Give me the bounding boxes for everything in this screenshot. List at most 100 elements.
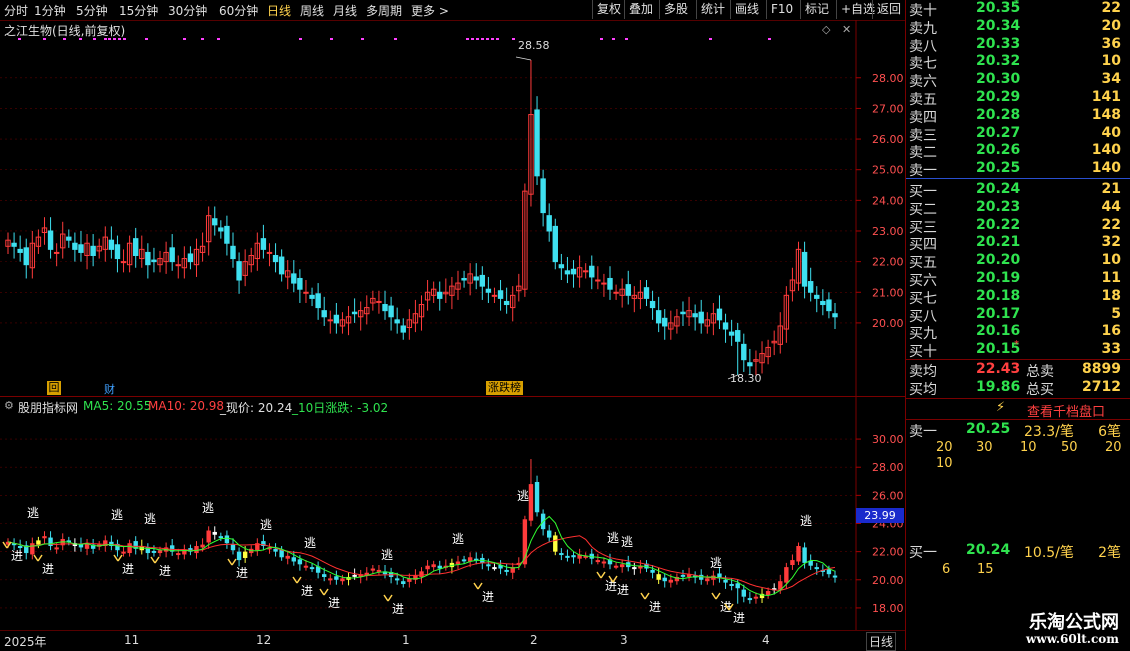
ask-level-volume: 10 [1101, 53, 1121, 70]
candle-body [169, 247, 175, 263]
period-tab-more[interactable]: 更多 > [411, 2, 449, 19]
indicator-candle-body [504, 569, 509, 572]
price-axis-tick: 28.00 [872, 72, 904, 85]
escape-signal: 逃 [304, 536, 316, 550]
bid-level-row[interactable]: 买十 20.15 33 * [906, 339, 1130, 360]
bid-level-row[interactable]: 买一 20.24 21 [906, 181, 1130, 200]
candle-body [297, 277, 303, 290]
indicator-candle-body [826, 569, 832, 575]
indicator-candle-body [291, 557, 297, 562]
period-tab-15min[interactable]: 15分钟 [119, 2, 158, 19]
indicator-axis-tick: 22.00 [872, 546, 904, 559]
indicator-title: 股朋指标网 [18, 401, 79, 415]
ask-level-volume: 148 [1091, 106, 1121, 123]
indicator-candle-body [328, 578, 333, 581]
bid-level-row[interactable]: 买五 20.20 10 [906, 252, 1130, 271]
ask-level-row[interactable]: 卖九 20.34 20 [906, 18, 1130, 37]
enter-signal: 进 [236, 566, 248, 580]
bid-level-row[interactable]: 买二 20.23 44 [906, 199, 1130, 218]
period-tab-60min[interactable]: 60分钟 [219, 2, 258, 19]
bid-level-row[interactable]: 买三 20.22 22 [906, 217, 1130, 236]
indicator-candle-body [662, 577, 667, 582]
avg-sell-row: 卖均 22.43 总卖 8899 [906, 361, 1130, 380]
event-badge-cai[interactable]: 财 [104, 381, 115, 397]
multi-stock-button[interactable]: 多股 [659, 0, 692, 19]
buy1-queue-orders: 6 15 [906, 562, 1130, 580]
candle-body [145, 251, 151, 266]
month-label-4: 4 [762, 633, 770, 647]
indicator-candle-body [151, 550, 157, 553]
indicator-candle-body [242, 551, 248, 558]
candle-body [11, 242, 17, 247]
period-tab-daily[interactable]: 日线 [267, 2, 291, 19]
indicator-candle-body [42, 536, 47, 539]
indicator-candle-body [601, 561, 607, 564]
statistics-button[interactable]: 统计 [696, 0, 729, 19]
back-button[interactable]: 返回 [872, 0, 905, 19]
candle-body [643, 287, 650, 299]
signal-dot [183, 38, 186, 40]
draw-line-button[interactable]: 画线 [730, 0, 763, 19]
indicator-candle-body [17, 546, 23, 549]
period-selector[interactable]: 日线 [866, 632, 897, 651]
indicator-candle-body [699, 574, 704, 580]
bid-level-row[interactable]: 买六 20.19 11 [906, 270, 1130, 289]
event-badge-hui[interactable]: 回 [47, 381, 61, 395]
indicator-candle-body [814, 567, 819, 570]
candle-body [801, 251, 808, 287]
ask-level-row[interactable]: 卖七 20.32 10 [906, 53, 1130, 72]
period-tab-monthly[interactable]: 月线 [333, 2, 357, 19]
candle-body [388, 305, 394, 318]
ask-level-row[interactable]: 卖十 20.35 22 * [906, 0, 1130, 19]
mark-button[interactable]: 标记 [800, 0, 833, 19]
main-kline-chart[interactable]: 28.00 27.00 26.00 25.00 24.00 23.00 22.00 21.00… [0, 20, 905, 396]
bid-level-volume: 5 [1111, 305, 1121, 322]
period-tab-weekly[interactable]: 周线 [300, 2, 324, 19]
bid-level-row[interactable]: 买四 20.21 32 [906, 234, 1130, 253]
indicator-candle-body [200, 544, 205, 548]
ask-level-row[interactable]: 卖一 20.25 140 [906, 160, 1130, 179]
candle-body [735, 330, 741, 342]
signal-dot [476, 38, 479, 40]
low-price-label: 18.30 [730, 372, 762, 385]
ask-level-row[interactable]: 卖四 20.28 148 [906, 106, 1130, 126]
enter-signal: 进 [392, 602, 404, 616]
ask-level-row[interactable]: 卖八 20.33 36 [906, 36, 1130, 55]
period-tab-fenshi[interactable]: 分时 [4, 2, 28, 19]
ask-level-price: 20.27 [976, 124, 1021, 141]
top-toolbar: 分时 1分钟 5分钟 15分钟 30分钟 60分钟 日线 周线 月线 多周期 更… [0, 0, 905, 21]
ask-level-row[interactable]: 卖六 20.30 34 [906, 71, 1130, 90]
bid-level-row[interactable]: 买七 20.18 18 [906, 288, 1130, 307]
indicator-candle-body [322, 574, 327, 577]
settings-gear-icon[interactable]: ⚙ [4, 399, 14, 412]
sell1-order: 20 [936, 440, 953, 455]
period-tab-5min[interactable]: 5分钟 [76, 2, 108, 19]
enter-signal: 进 [649, 600, 661, 614]
overlay-button[interactable]: 叠加 [624, 0, 657, 19]
sell1-queue-orders: 20 30 10 50 20 10 [906, 440, 1130, 476]
candle-body [108, 239, 115, 250]
fuquan-button[interactable]: 复权 [592, 0, 625, 19]
ask-level-row[interactable]: 卖三 20.27 40 [906, 124, 1130, 144]
ask-level-row[interactable]: 卖二 20.26 140 [906, 142, 1130, 161]
diamond-icon[interactable]: ◇ [822, 23, 830, 36]
period-tab-multi[interactable]: 多周期 [366, 2, 402, 19]
enter-signal: 进 [11, 549, 23, 563]
bid-level-row[interactable]: 买八 20.17 5 [906, 305, 1130, 325]
view-thousand-button[interactable]: ⚡ 查看千档盘口 [906, 399, 1130, 420]
indicator-candle-body [224, 535, 230, 544]
sell1-price: 20.25 [966, 421, 1011, 437]
enter-signal: 进 [122, 562, 134, 576]
period-tab-30min[interactable]: 30分钟 [168, 2, 207, 19]
ask-level-price: 20.32 [976, 53, 1021, 70]
close-icon[interactable]: ✕ [842, 23, 851, 36]
event-badge-zhangdie[interactable]: 涨跌榜 [486, 381, 523, 395]
indicator-candle-body [735, 583, 740, 589]
period-tab-1min[interactable]: 1分钟 [34, 2, 66, 19]
indicator-chart[interactable]: 逃逃逃逃逃逃逃逃逃逃逃逃逃进进进进进进进进进进进进进进 30.00 28.00 26… [0, 396, 905, 631]
indicator-candle-body [461, 559, 467, 562]
candle-body [698, 311, 704, 324]
ask-level-row[interactable]: 卖五 20.29 141 [906, 89, 1130, 108]
buy1-count: 2笔 [1098, 545, 1121, 561]
f10-button[interactable]: F10 [766, 0, 797, 19]
